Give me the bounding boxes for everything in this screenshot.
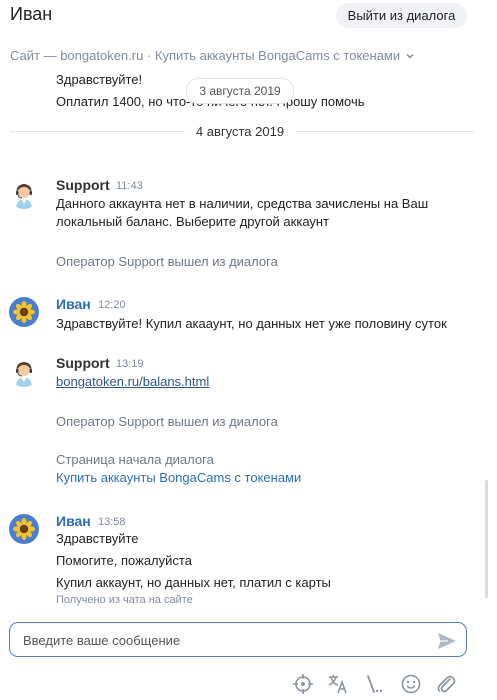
message-author[interactable]: Иван	[56, 513, 91, 529]
message-line: Здравствуйте!	[56, 72, 143, 87]
message-composer	[9, 622, 467, 657]
floating-date-badge: 3 августа 2019	[186, 78, 294, 104]
scrollbar[interactable]	[485, 480, 488, 598]
source-dropdown[interactable]: Сайт — bongatoken.ru · Купить аккаунты B…	[10, 48, 414, 63]
user-avatar[interactable]	[9, 514, 39, 544]
divider	[296, 131, 474, 132]
crosshair-icon[interactable]	[292, 673, 314, 695]
message-link[interactable]: bongatoken.ru/balans.html	[56, 374, 209, 389]
support-avatar[interactable]	[9, 179, 39, 209]
sunflower-avatar-icon	[9, 514, 39, 544]
date-separator: 4 августа 2019	[195, 124, 285, 139]
attach-icon[interactable]	[435, 673, 457, 695]
page-start-label: Страница начала диалога	[56, 452, 214, 467]
received-note: Получено из чата на сайте	[56, 594, 193, 606]
chevron-down-icon	[406, 53, 414, 58]
send-icon[interactable]	[437, 632, 457, 650]
operator-avatar-icon	[9, 179, 39, 209]
message-line: Данного аккаунта нет в наличии, средства…	[56, 196, 429, 211]
message-line: Купил аккаунт, но данных нет, платил с к…	[56, 575, 331, 590]
message-line: локальный баланс. Выберите другой аккаун…	[56, 214, 330, 229]
page-start-link[interactable]: Купить аккаунты BongaCams с токенами	[56, 470, 301, 485]
exit-dialog-button[interactable]: Выйти из диалога	[336, 3, 467, 28]
message-line: Помогите, пожалуйста	[56, 553, 192, 568]
message-author[interactable]: Support	[56, 355, 110, 371]
chat-title: Иван	[10, 4, 53, 24]
message-line: Здравствуйте	[56, 531, 139, 546]
message-time: 11:43	[116, 180, 143, 192]
emoji-icon[interactable]	[400, 673, 422, 695]
translate-icon[interactable]	[327, 673, 349, 695]
message-input[interactable]	[23, 631, 423, 649]
template-icon[interactable]	[364, 673, 386, 695]
system-message: Оператор Support вышел из диалога	[56, 254, 278, 269]
user-avatar[interactable]	[9, 297, 39, 327]
system-message: Оператор Support вышел из диалога	[56, 414, 278, 429]
message-time: 13:58	[98, 516, 126, 528]
message-line: Здравствуйте! Купил акааунт, но данных н…	[56, 316, 447, 331]
message-time: 12:20	[98, 299, 126, 311]
message-author[interactable]: Support	[56, 177, 110, 193]
divider	[10, 131, 185, 132]
chat-header: Иван Выйти из диалога	[0, 0, 497, 34]
sunflower-avatar-icon	[9, 297, 39, 327]
message-time: 13:19	[116, 358, 144, 370]
support-avatar[interactable]	[9, 357, 39, 387]
source-text: Сайт — bongatoken.ru · Купить аккаунты B…	[10, 48, 401, 63]
operator-avatar-icon	[9, 357, 39, 387]
message-author[interactable]: Иван	[56, 296, 91, 312]
